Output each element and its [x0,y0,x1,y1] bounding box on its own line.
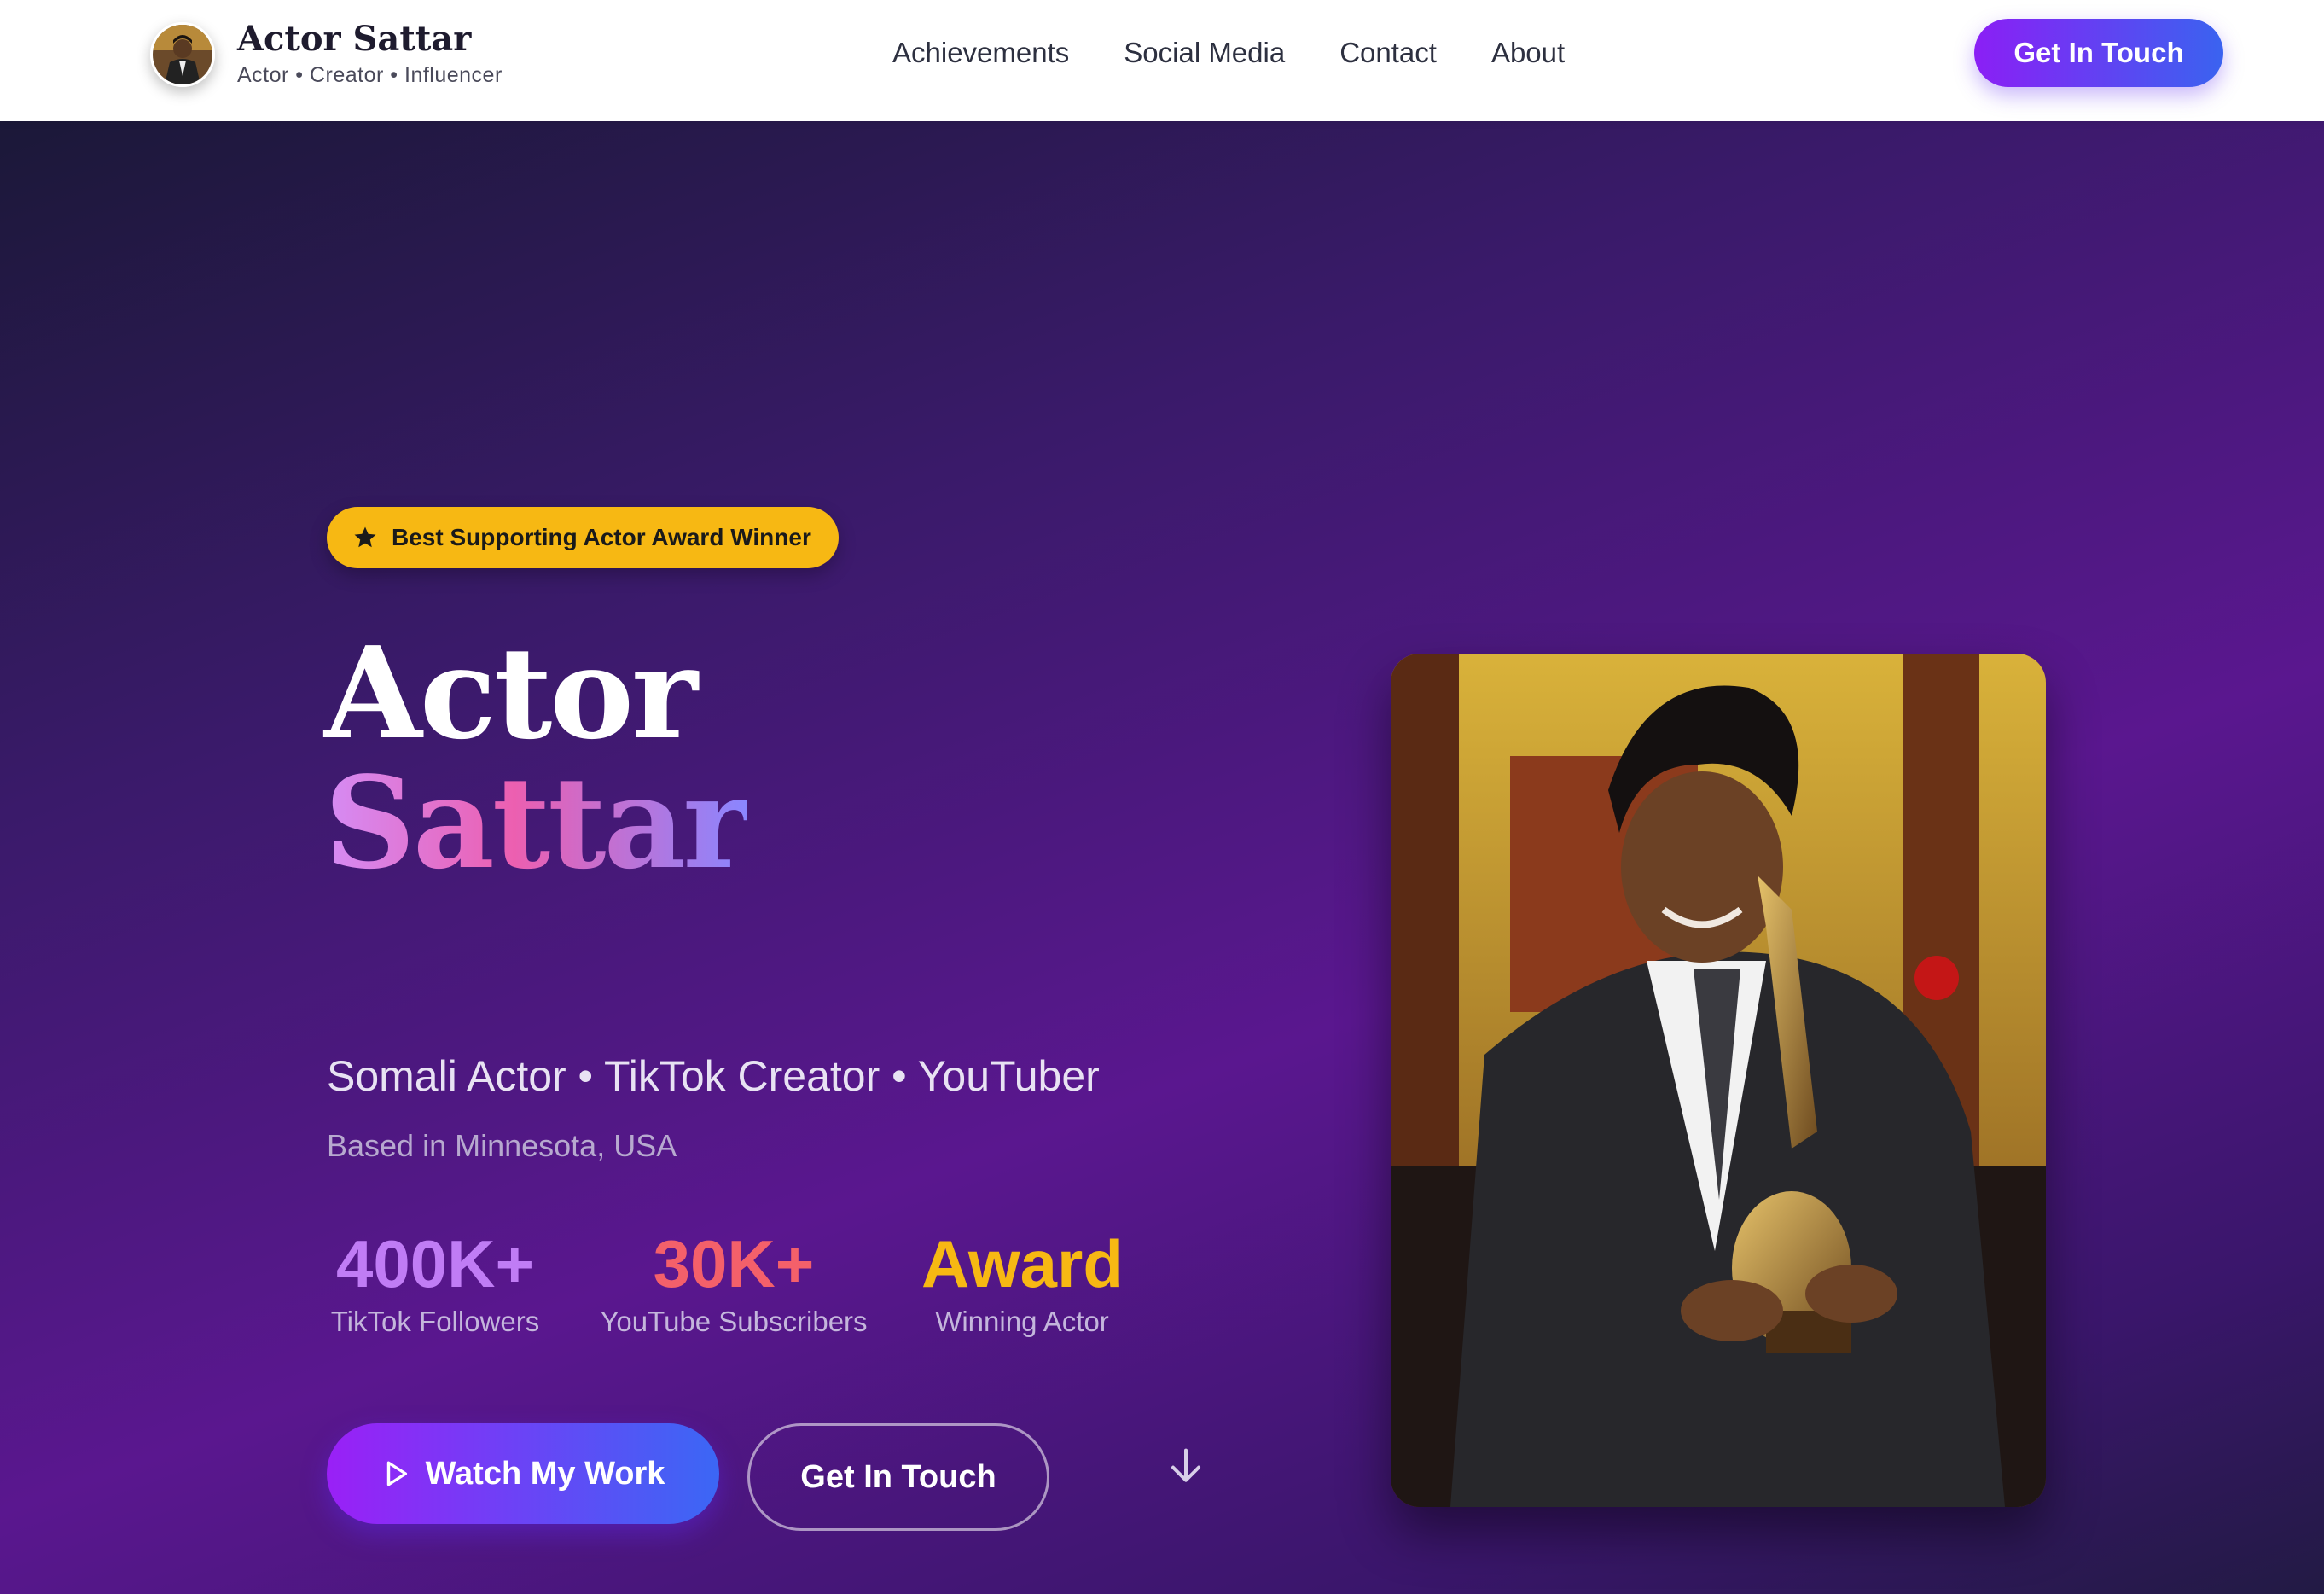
nav-social-media[interactable]: Social Media [1124,36,1285,70]
stat-award: Award Winning Actor [921,1226,1124,1338]
header-get-in-touch-button[interactable]: Get In Touch [1974,19,2223,87]
star-icon [354,526,376,548]
brand[interactable]: Actor Sattar Actor • Creator • Influence… [150,20,503,88]
hero-name-first: Actor [324,619,698,767]
avatar [150,21,215,87]
stat-label: TikTok Followers [330,1306,540,1337]
badge-text: Best Supporting Actor Award Winner [392,524,811,550]
stat-value: 30K+ [653,1226,815,1301]
stat-label: YouTube Subscribers [600,1306,868,1337]
arrow-down-icon[interactable] [1169,1447,1203,1485]
hero-name-last: Sattar [324,748,749,897]
hero-portrait-photo [1391,654,2046,1507]
stat-label: Winning Actor [935,1306,1109,1337]
nav-contact[interactable]: Contact [1339,36,1437,70]
hero-location: Based in Minnesota, USA [327,1128,677,1163]
nav-achievements[interactable]: Achievements [892,36,1069,70]
get-in-touch-button[interactable]: Get In Touch [747,1423,1049,1531]
hero-section: Best Supporting Actor Award Winner Actor… [0,121,2324,1594]
stat-value: Award [921,1226,1124,1301]
stat-value: 400K+ [335,1226,535,1301]
site-header: Actor Sattar Actor • Creator • Influence… [0,0,2324,121]
award-badge: Best Supporting Actor Award Winner [327,507,839,568]
brand-name: Actor Sattar [237,19,472,59]
main-nav: Achievements Social Media Contact About [892,36,1619,70]
nav-about[interactable]: About [1491,36,1565,70]
stat-tiktok: 400K+ TikTok Followers [327,1230,543,1338]
watch-my-work-button[interactable]: Watch My Work [327,1423,719,1524]
hero-roles: Somali Actor • TikTok Creator • YouTuber [327,1052,1100,1100]
stat-youtube: 30K+ YouTube Subscribers [596,1230,872,1338]
play-icon [386,1461,407,1486]
brand-tagline: Actor • Creator • Influencer [237,63,503,87]
watch-my-work-label: Watch My Work [425,1455,665,1492]
